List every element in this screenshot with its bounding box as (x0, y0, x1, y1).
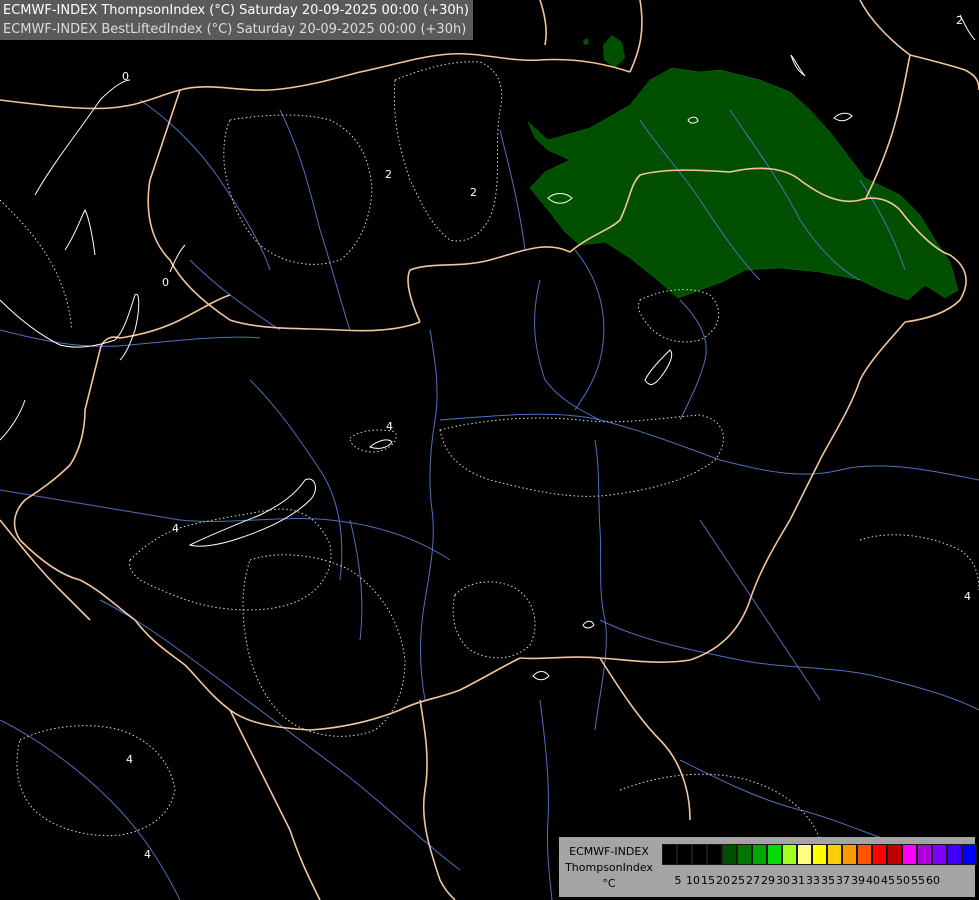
contour-label: 4 (172, 522, 179, 535)
legend-model: ECMWF-INDEX (569, 845, 649, 858)
title-thompson-index: ECMWF-INDEX ThompsonIndex (°C) Saturday … (3, 3, 469, 18)
legend-tick-label: 20 (716, 874, 730, 887)
legend-color-cell (827, 844, 842, 865)
contour-label: 2 (385, 168, 392, 181)
legend-tick-label: 40 (866, 874, 880, 887)
legend-index: ThompsonIndex (565, 861, 653, 874)
legend-color-cell (917, 844, 932, 865)
contour-label: 2 (956, 14, 963, 27)
legend-tick-label: 29 (761, 874, 775, 887)
legend-color-scale (662, 844, 977, 865)
legend-color-cell (932, 844, 947, 865)
legend-color-cell (812, 844, 827, 865)
contour-label: 0 (162, 276, 169, 289)
contour-label: 4 (964, 590, 971, 603)
legend-color-cell (767, 844, 782, 865)
contour-label: 0 (122, 70, 129, 83)
contour-label: 4 (126, 753, 133, 766)
map-title: ECMWF-INDEX ThompsonIndex (°C) Saturday … (0, 0, 473, 40)
legend-color-cell (857, 844, 872, 865)
contour-label: 2 (470, 186, 477, 199)
legend-tick-label: 15 (701, 874, 715, 887)
legend-color-cell (872, 844, 887, 865)
contour-label: 4 (144, 848, 151, 861)
color-legend: ECMWF-INDEX ThompsonIndex °C 5 10 15 20 25 27… (559, 837, 977, 897)
weather-map: 0 0 2 2 4 4 4 4 4 2 (0, 0, 979, 900)
legend-color-cell (947, 844, 962, 865)
legend-color-cell (902, 844, 917, 865)
legend-color-cell (962, 844, 977, 865)
legend-tick-label: 60 (926, 874, 940, 887)
legend-tick-label: 25 (731, 874, 745, 887)
legend-tick-label: 55 (911, 874, 925, 887)
legend-tick-label: 35 (821, 874, 835, 887)
legend-color-cell (662, 844, 677, 865)
legend-color-cell (782, 844, 797, 865)
legend-color-cell (737, 844, 752, 865)
legend-tick-label: 50 (896, 874, 910, 887)
legend-color-cell (842, 844, 857, 865)
legend-tick-label: 45 (881, 874, 895, 887)
legend-color-cell (707, 844, 722, 865)
legend-color-cell (797, 844, 812, 865)
legend-tick-label: 39 (851, 874, 865, 887)
legend-tick-label: 5 (674, 874, 682, 887)
contour-label: 4 (386, 420, 393, 433)
legend-color-cell (677, 844, 692, 865)
legend-color-cell (692, 844, 707, 865)
legend-tick-label: 33 (806, 874, 820, 887)
legend-tick-label: 31 (791, 874, 805, 887)
legend-color-cell (887, 844, 902, 865)
legend-tick-label: 10 (686, 874, 700, 887)
legend-tick-label: 30 (776, 874, 790, 887)
legend-color-cell (722, 844, 737, 865)
legend-tick-label: 37 (836, 874, 850, 887)
legend-unit: °C (602, 877, 616, 890)
legend-color-cell (752, 844, 767, 865)
legend-tick-label: 27 (746, 874, 760, 887)
title-best-lifted-index: ECMWF-INDEX BestLiftedIndex (°C) Saturda… (3, 22, 467, 37)
